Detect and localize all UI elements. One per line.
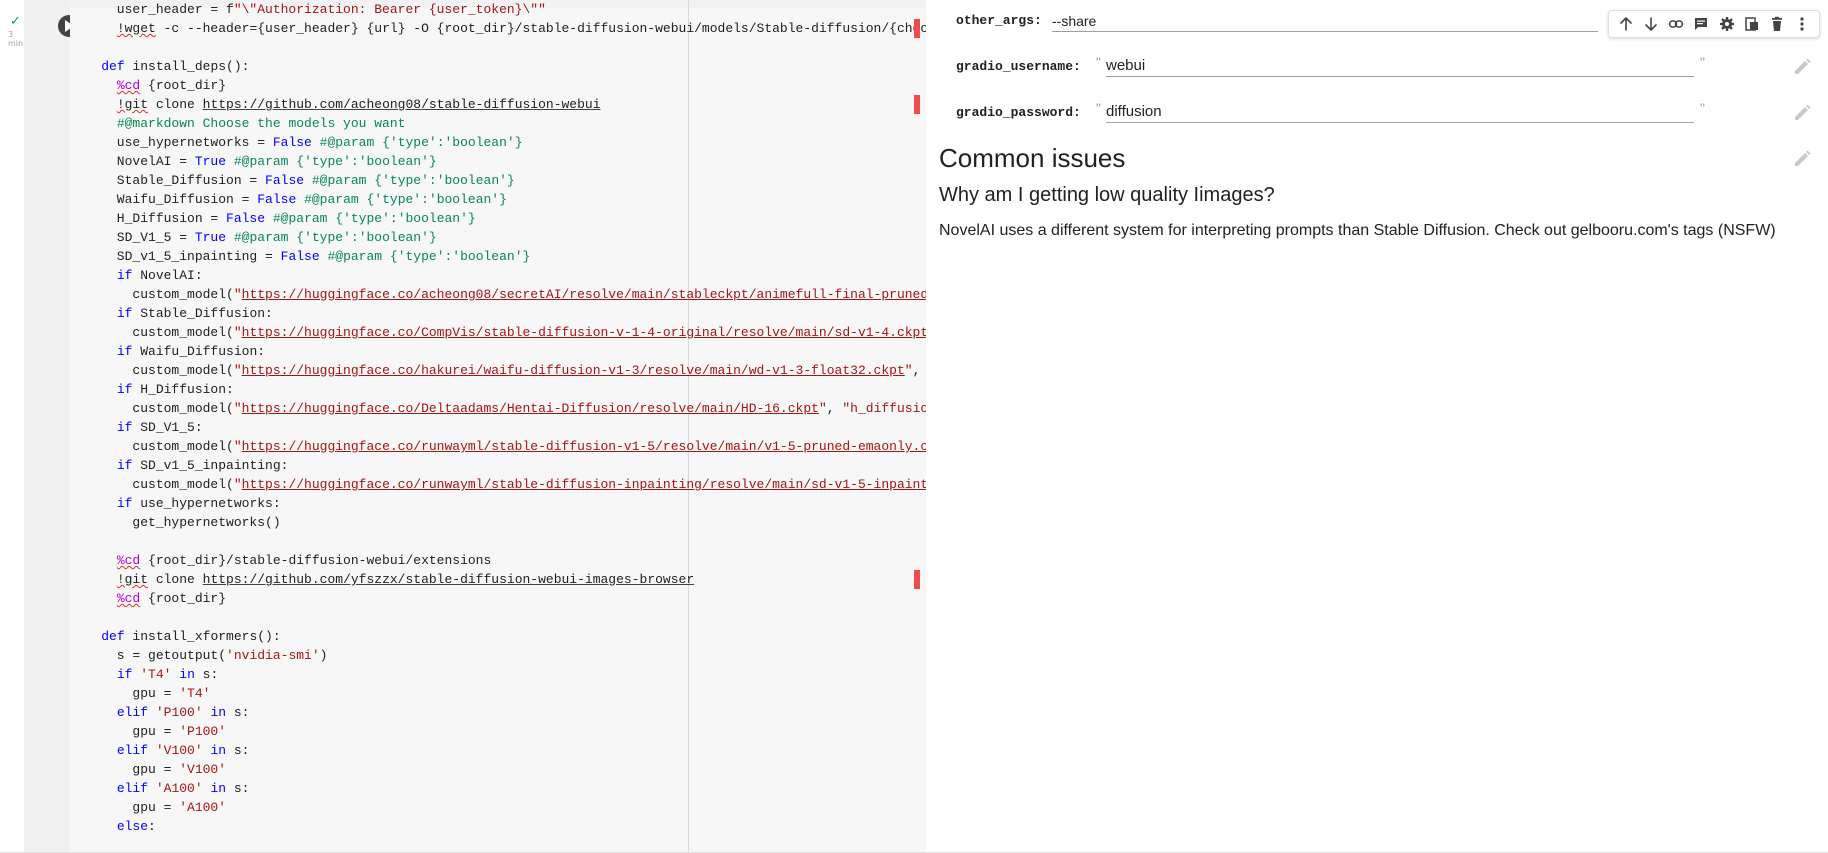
code-line: SD_V1_5 = True #@param {'type':'boolean'…: [70, 230, 437, 245]
code-line: custom_model("https://huggingface.co/Del…: [70, 401, 926, 416]
edit-pencil-icon[interactable]: [1792, 103, 1812, 123]
code-line: if Stable_Diffusion:: [116, 306, 273, 321]
code-line: user_header = f"\"Authorization: Bearer …: [70, 2, 546, 17]
markdown-paragraph: NovelAI uses a different system for inte…: [939, 222, 1776, 239]
code-line: s = getoutput('nvidia-smi'): [70, 648, 328, 663]
code-line: gpu = 'A100': [70, 800, 227, 815]
code-line: H_Diffusion = False #@param {'type':'boo…: [70, 211, 476, 226]
code-line: gpu = 'T4': [70, 686, 211, 701]
cell-gutter: ✓ 3 min: [0, 0, 25, 853]
code-line: use_hypernetworks = False #@param {'type…: [70, 135, 523, 150]
code-line: get_hypernetworks(): [70, 515, 281, 530]
code-line: elif 'V100' in s:: [116, 743, 250, 758]
gradio-username-input[interactable]: webui: [1106, 56, 1694, 77]
code-line: %cd {root_dir}: [116, 78, 227, 93]
code-line: NovelAI = True #@param {'type':'boolean'…: [70, 154, 437, 169]
markdown-subheading: Why am I getting low quality Iimages?: [939, 184, 1275, 206]
code-line: elif 'A100' in s:: [116, 781, 250, 796]
delete-icon[interactable]: [1768, 15, 1786, 33]
markdown-heading: Common issues: [939, 143, 1126, 173]
code-editor[interactable]: user_header = f"\"Authorization: Bearer …: [70, 0, 926, 853]
code-line: custom_model("https://huggingface.co/Com…: [70, 325, 926, 340]
code-line: !wget -c --header={user_header} {url} -O…: [116, 21, 926, 36]
code-line: custom_model("https://huggingface.co/run…: [70, 439, 926, 454]
more-vert-icon[interactable]: [1793, 15, 1811, 33]
quote-close: ": [1700, 100, 1705, 116]
code-line: if NovelAI:: [116, 268, 203, 283]
edit-pencil-icon[interactable]: [1792, 149, 1812, 169]
code-line: if H_Diffusion:: [116, 382, 234, 397]
gradio-password-label: gradio_password:: [956, 105, 1081, 120]
execution-time: 3 min: [8, 30, 24, 48]
other-args-input[interactable]: --share: [1052, 11, 1598, 32]
scrollbar[interactable]: [1824, 0, 1828, 853]
gear-icon[interactable]: [1718, 15, 1736, 33]
code-lines[interactable]: user_header = f"\"Authorization: Bearer …: [70, 0, 926, 853]
code-line: !git clone https://github.com/acheong08/…: [116, 97, 601, 112]
code-line: def install_deps():: [101, 59, 250, 74]
link-icon[interactable]: [1667, 15, 1685, 33]
quote-open: ": [1096, 100, 1101, 116]
code-line: if SD_v1_5_inpainting:: [116, 458, 289, 473]
error-marker: [914, 95, 920, 114]
comment-icon[interactable]: [1692, 15, 1710, 33]
code-line: else:: [116, 819, 156, 834]
code-line: !git clone https://github.com/yfszzx/sta…: [116, 572, 695, 587]
code-line: Stable_Diffusion = False #@param {'type'…: [70, 173, 515, 188]
code-line: custom_model("https://huggingface.co/ach…: [70, 287, 926, 302]
code-line: custom_model("https://huggingface.co/run…: [70, 477, 926, 492]
mirror-cell-icon[interactable]: [1743, 15, 1761, 33]
code-line: gpu = 'V100': [70, 762, 227, 777]
gradio-password-input[interactable]: diffusion: [1106, 102, 1694, 123]
error-marker: [914, 570, 920, 589]
run-column: [24, 0, 80, 853]
cell-toolbar: [1608, 10, 1820, 38]
code-line: %cd {root_dir}/stable-diffusion-webui/ex…: [116, 553, 492, 568]
code-line: def install_xformers():: [101, 629, 281, 644]
code-line: #@markdown Choose the models you want: [116, 116, 406, 131]
code-line: %cd {root_dir}: [116, 591, 227, 606]
execution-success-icon: ✓: [10, 14, 21, 29]
form-panel: other_args: --share gradio_username: " w…: [926, 0, 1828, 853]
other-args-label: other_args:: [956, 13, 1042, 28]
gradio-username-label: gradio_username:: [956, 59, 1081, 74]
code-line: SD_v1_5_inpainting = False #@param {'typ…: [70, 249, 531, 264]
quote-close: ": [1700, 54, 1705, 70]
code-line: custom_model("https://huggingface.co/hak…: [70, 363, 921, 378]
code-line: gpu = 'P100': [70, 724, 227, 739]
code-line: if Waifu_Diffusion:: [116, 344, 266, 359]
code-line: if use_hypernetworks:: [116, 496, 281, 511]
arrow-up-icon[interactable]: [1617, 15, 1635, 33]
quote-open: ": [1096, 54, 1101, 70]
edit-pencil-icon[interactable]: [1792, 57, 1812, 77]
arrow-down-icon[interactable]: [1642, 15, 1660, 33]
code-line: elif 'P100' in s:: [116, 705, 250, 720]
code-line: Waifu_Diffusion = False #@param {'type':…: [70, 192, 507, 207]
code-line: if 'T4' in s:: [116, 667, 219, 682]
code-line: if SD_V1_5:: [116, 420, 203, 435]
error-marker: [914, 19, 920, 38]
